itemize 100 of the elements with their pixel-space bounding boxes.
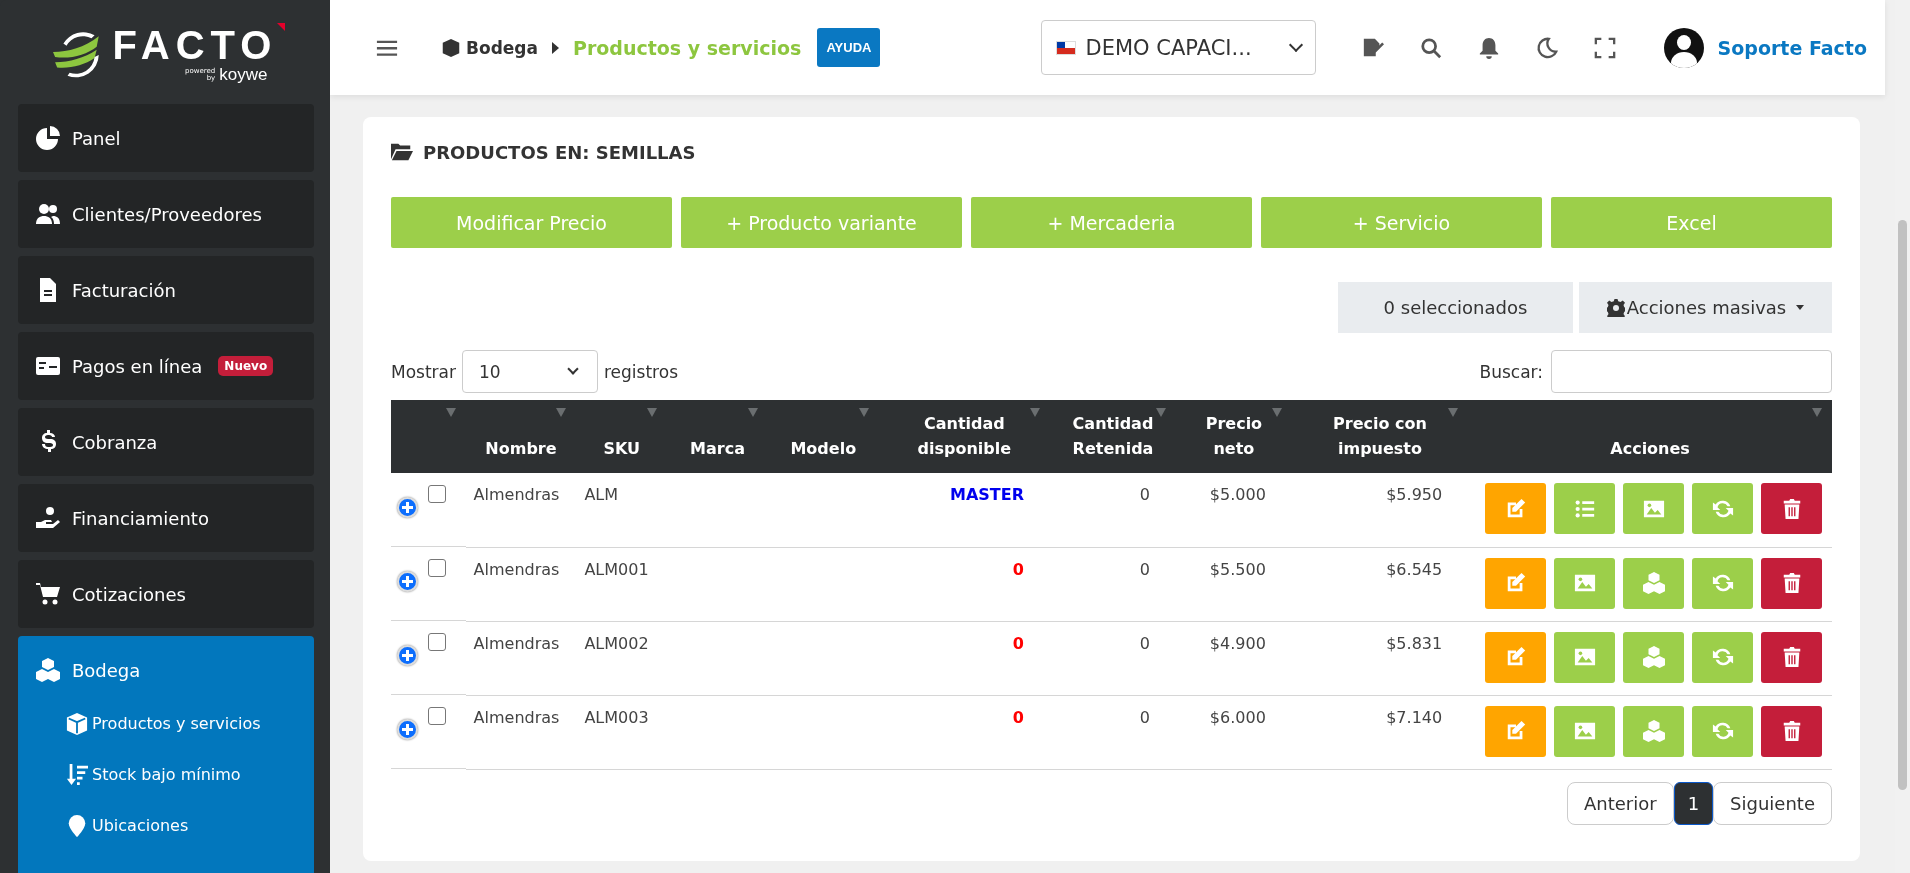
expand-button[interactable] — [397, 497, 418, 518]
table-cell: $5.950 — [1386, 485, 1443, 504]
sidebar-item[interactable]: Facturación — [18, 256, 314, 324]
expand-button[interactable] — [397, 719, 418, 740]
row-checkbox[interactable] — [428, 559, 446, 577]
moon-icon — [1535, 36, 1558, 59]
row-checkbox[interactable] — [428, 485, 446, 503]
sidebar-item-label: Panel — [72, 127, 121, 149]
delete-button[interactable] — [1761, 631, 1822, 683]
expand-button[interactable] — [397, 571, 418, 592]
table-cell: $5.500 — [1209, 559, 1266, 579]
refresh-button[interactable] — [1692, 483, 1753, 534]
sidebar-item-label: Cobranza — [72, 431, 158, 453]
breadcrumb-link[interactable]: Bodega — [442, 37, 538, 58]
refresh-button[interactable] — [1692, 705, 1753, 757]
sort-icon[interactable] — [1030, 408, 1040, 417]
cubes-icon — [1642, 720, 1665, 742]
variants-button[interactable] — [1623, 705, 1684, 757]
caret-right-icon — [552, 41, 559, 54]
variants-button[interactable] — [1623, 631, 1684, 683]
delete-button[interactable] — [1761, 557, 1822, 609]
caret-down-icon — [1796, 305, 1805, 310]
sort-icon[interactable] — [556, 408, 567, 417]
table-cell: $5.000 — [1209, 485, 1266, 504]
box-icon — [66, 712, 88, 735]
image-button[interactable] — [1554, 631, 1615, 683]
refresh-button[interactable] — [1692, 631, 1753, 683]
new-badge: Nuevo — [218, 356, 274, 376]
image-button[interactable] — [1554, 557, 1615, 609]
table-cell: 0 — [1139, 707, 1150, 727]
search-label: Buscar: — [1479, 361, 1543, 382]
table-cell: $6.000 — [1209, 707, 1266, 727]
table-cell: 0 — [1012, 633, 1024, 653]
sort-icon[interactable] — [858, 408, 869, 417]
sidebar-item[interactable]: Cotizaciones — [18, 560, 314, 628]
cubes-icon — [1642, 646, 1665, 668]
sidebar-item[interactable]: Financiamiento — [18, 484, 314, 552]
bulk-actions-button[interactable]: Acciones masivas — [1579, 282, 1832, 333]
chile-flag-icon — [1055, 40, 1076, 55]
sort-icon[interactable] — [747, 408, 758, 417]
delete-button[interactable] — [1761, 705, 1822, 757]
sidebar-item[interactable]: Cobranza — [18, 408, 314, 476]
image-button[interactable] — [1554, 705, 1615, 757]
sidebar-item[interactable]: Panel — [18, 104, 314, 172]
refresh-button[interactable] — [1692, 557, 1753, 609]
row-checkbox[interactable] — [428, 633, 446, 651]
previous-page-button[interactable]: Anterior — [1567, 781, 1674, 825]
edit-button[interactable] — [1485, 483, 1546, 534]
sort-icon[interactable] — [445, 408, 456, 417]
company-select[interactable]: DEMO CAPACI... — [1040, 20, 1316, 75]
sidebar-subitem[interactable]: Stock bajo mínimo — [66, 749, 314, 800]
sidebar-item-label: Cotizaciones — [72, 583, 186, 605]
table-cell: $7.140 — [1386, 707, 1443, 727]
expand-button[interactable] — [397, 645, 418, 666]
variants-button[interactable] — [1623, 557, 1684, 609]
page-size-select[interactable]: 10 — [462, 350, 598, 393]
sidebar-item[interactable]: Pagos en línea Nuevo — [18, 332, 314, 400]
sidebar-item[interactable]: Clientes/Proveedores — [18, 180, 314, 248]
help-button[interactable]: AYUDA — [817, 28, 881, 67]
table-cell: Almendras — [473, 485, 560, 504]
sort-icon[interactable] — [1448, 408, 1459, 417]
sort-icon[interactable] — [1271, 408, 1282, 417]
sidebar-subitem[interactable]: Productos y servicios — [66, 698, 314, 749]
records-label: registros — [604, 361, 678, 382]
table-cell: MASTER — [950, 485, 1024, 504]
sort-icon[interactable] — [647, 408, 658, 417]
list-button[interactable] — [1554, 483, 1615, 534]
user-menu[interactable]: Soporte Facto — [1663, 27, 1867, 68]
sidebar-item[interactable]: Bodega Productos y servicios Stock bajo mínimo Ubicaciones — [18, 636, 314, 873]
table-cell: Almendras — [473, 559, 560, 579]
card-icon — [36, 354, 60, 378]
table-cell: Almendras — [473, 707, 560, 727]
row-checkbox[interactable] — [428, 707, 446, 725]
scrollbar[interactable] — [1895, 0, 1910, 873]
table-cell: 0 — [1012, 559, 1024, 579]
column-header: Cantidad disponible — [917, 414, 1012, 458]
delete-button[interactable] — [1761, 483, 1822, 534]
refresh-icon — [1711, 572, 1734, 594]
card-title: PRODUCTOS EN: SEMILLAS — [391, 141, 1832, 163]
column-header: Cantidad Retenida — [1072, 414, 1154, 458]
table-cell: 0 — [1139, 633, 1150, 653]
edit-button[interactable] — [1485, 557, 1546, 609]
sort-icon[interactable] — [1155, 408, 1166, 417]
page-button[interactable]: 1 — [1673, 781, 1714, 825]
show-label: Mostrar — [391, 361, 456, 382]
sidebar-item-label: Financiamiento — [72, 507, 209, 529]
sort-icon[interactable] — [1812, 408, 1822, 417]
edit-button[interactable] — [1485, 631, 1546, 683]
sidebar-item-label: Pagos en línea — [72, 355, 203, 377]
folder-icon — [391, 141, 413, 163]
image-icon — [1573, 646, 1596, 668]
next-page-button[interactable]: Siguiente — [1713, 781, 1832, 825]
scrollbar-thumb[interactable] — [1898, 220, 1907, 790]
image-button[interactable] — [1623, 483, 1684, 534]
sidebar-subitem[interactable]: Ubicaciones — [66, 800, 314, 851]
column-header: Acciones — [1610, 439, 1690, 458]
logo-wordmark: FACTO — [112, 25, 278, 65]
table-cell: 0 — [1139, 559, 1150, 579]
edit-button[interactable] — [1485, 705, 1546, 757]
search-field[interactable] — [1551, 350, 1832, 393]
